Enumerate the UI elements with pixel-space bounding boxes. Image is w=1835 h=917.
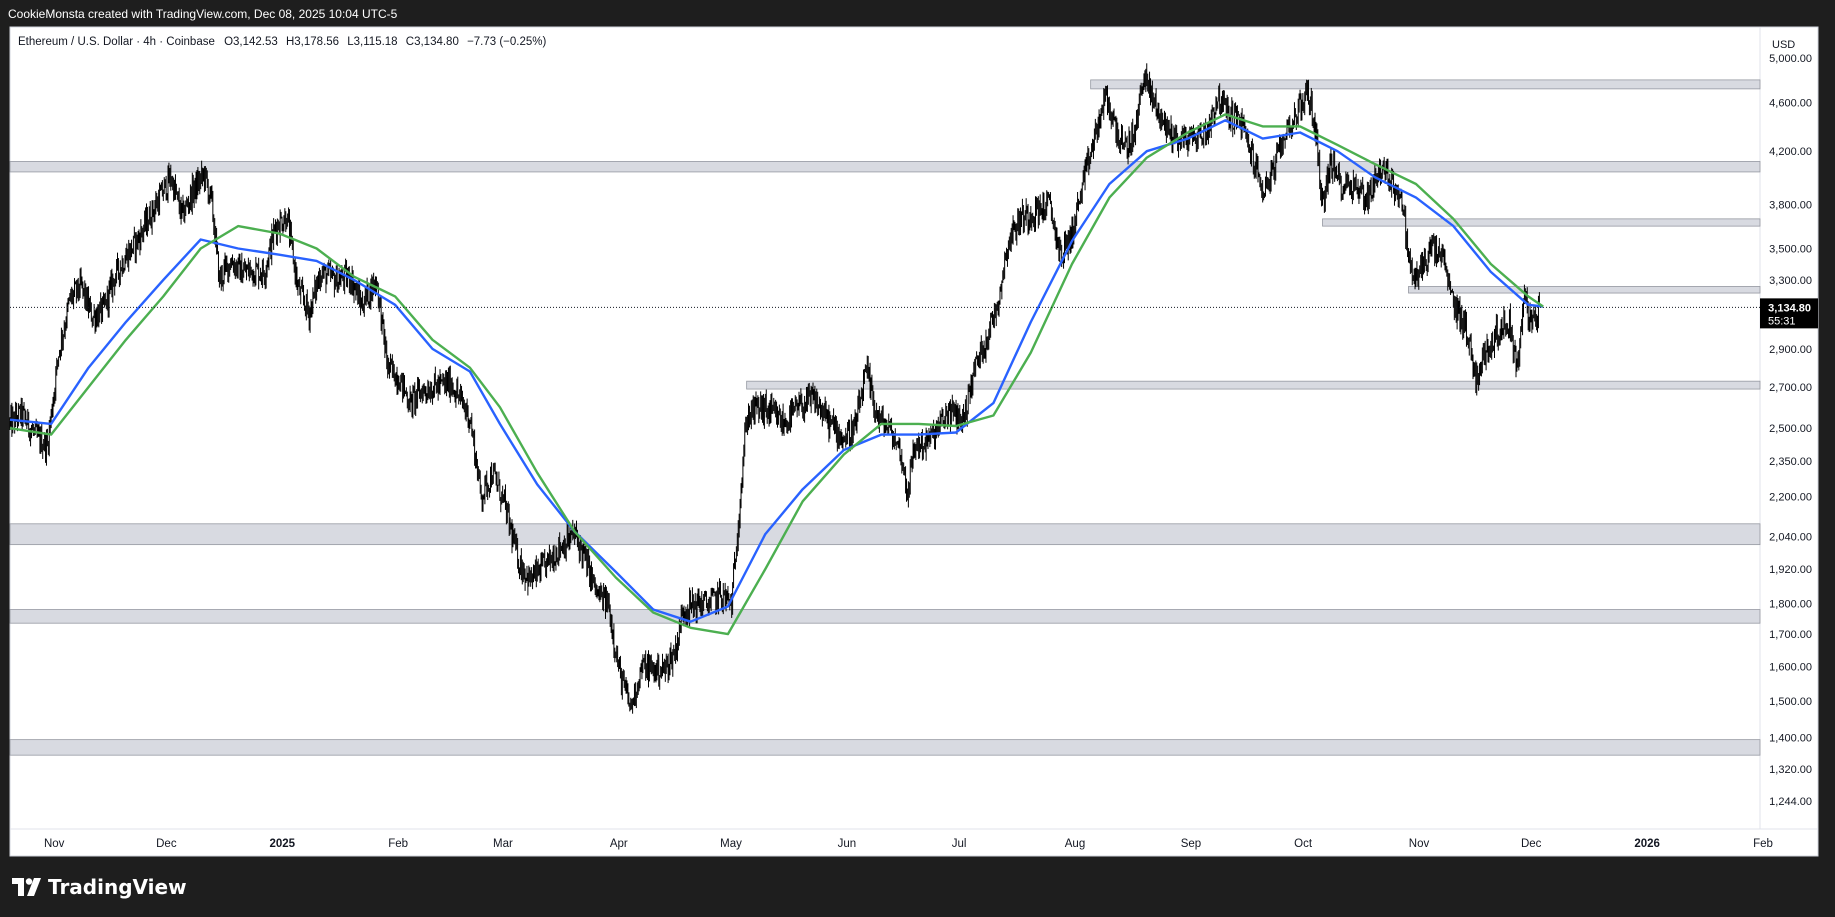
time-tick-label: Oct [1294,838,1313,850]
ohlc-change: −7.73 (−0.25%) [467,36,546,48]
bar-countdown-label: 55:31 [1768,315,1796,327]
tradingview-brand[interactable]: TradingView [12,873,187,901]
ohlc-open: O3,142.53 [224,36,278,48]
price-tick-label: 1,500.00 [1769,696,1812,708]
ohlc-low: L3,115.18 [347,36,397,48]
time-tick-label: Feb [1753,838,1773,850]
chart-panel [9,26,1819,857]
time-tick-label: Feb [388,838,408,850]
currency-label[interactable]: USD [1772,39,1795,51]
price-tick-label: 4,600.00 [1769,98,1812,110]
time-tick-label: Jun [838,838,857,850]
zone-band [746,380,1761,390]
price-tick-label: 1,800.00 [1769,599,1812,611]
time-tick-label: Nov [1409,838,1430,850]
zone-band [1408,286,1761,294]
price-tick-label: 1,600.00 [1769,661,1812,673]
symbol-name: Ethereum / U.S. Dollar · 4h · Coinbase [18,36,215,48]
price-tick-label: 4,200.00 [1769,146,1812,158]
time-tick-label: Jul [952,838,967,850]
time-tick-label: May [720,838,742,850]
price-tick-label: 1,700.00 [1769,629,1812,641]
price-tick-label: 2,040.00 [1769,532,1812,544]
price-tick-label: 2,900.00 [1769,344,1812,356]
time-tick-label: Aug [1065,838,1085,850]
price-tick-label: 1,320.00 [1769,764,1812,776]
price-tick-label: 3,800.00 [1769,200,1812,212]
price-tick-label: 2,350.00 [1769,456,1812,468]
time-tick-label: Dec [1521,838,1542,850]
time-tick-label: Apr [610,838,628,850]
time-tick-label: Sep [1181,838,1201,850]
ohlc-high: H3,178.56 [286,36,339,48]
price-tick-label: 2,500.00 [1769,423,1812,435]
zone-band [1090,79,1761,90]
price-tick-label: 1,244.00 [1769,796,1812,808]
price-tick-label: 5,000.00 [1769,53,1812,65]
time-tick-label: 2025 [269,838,295,850]
zone-band [9,609,1761,624]
brand-name: TradingView [48,875,187,899]
price-tick-label: 3,500.00 [1769,244,1812,256]
time-tick-label: Mar [493,838,513,850]
zone-band [9,523,1761,546]
price-tick-label: 3,300.00 [1769,275,1812,287]
zone-band [1322,218,1761,227]
price-tick-label: 1,400.00 [1769,733,1812,745]
zone-band [9,739,1761,756]
price-tick-label: 2,700.00 [1769,382,1812,394]
time-tick-label: Dec [156,838,177,850]
ohlc-close: C3,134.80 [406,36,459,48]
price-tick-label: 1,920.00 [1769,564,1812,576]
last-price-label: 3,134.80 [1768,302,1811,314]
tradingview-logo-icon [12,878,41,896]
time-tick-label: Nov [44,838,65,850]
price-tick-label: 2,200.00 [1769,491,1812,503]
zone-band [9,161,1761,173]
chart-frame: CookieMonsta created with TradingView.co… [0,0,1835,917]
price-chart[interactable]: 5,000.00 4,600.00 4,200.00 3,800.00 3,500.00… [0,0,1835,917]
time-tick-label: 2026 [1634,838,1660,850]
